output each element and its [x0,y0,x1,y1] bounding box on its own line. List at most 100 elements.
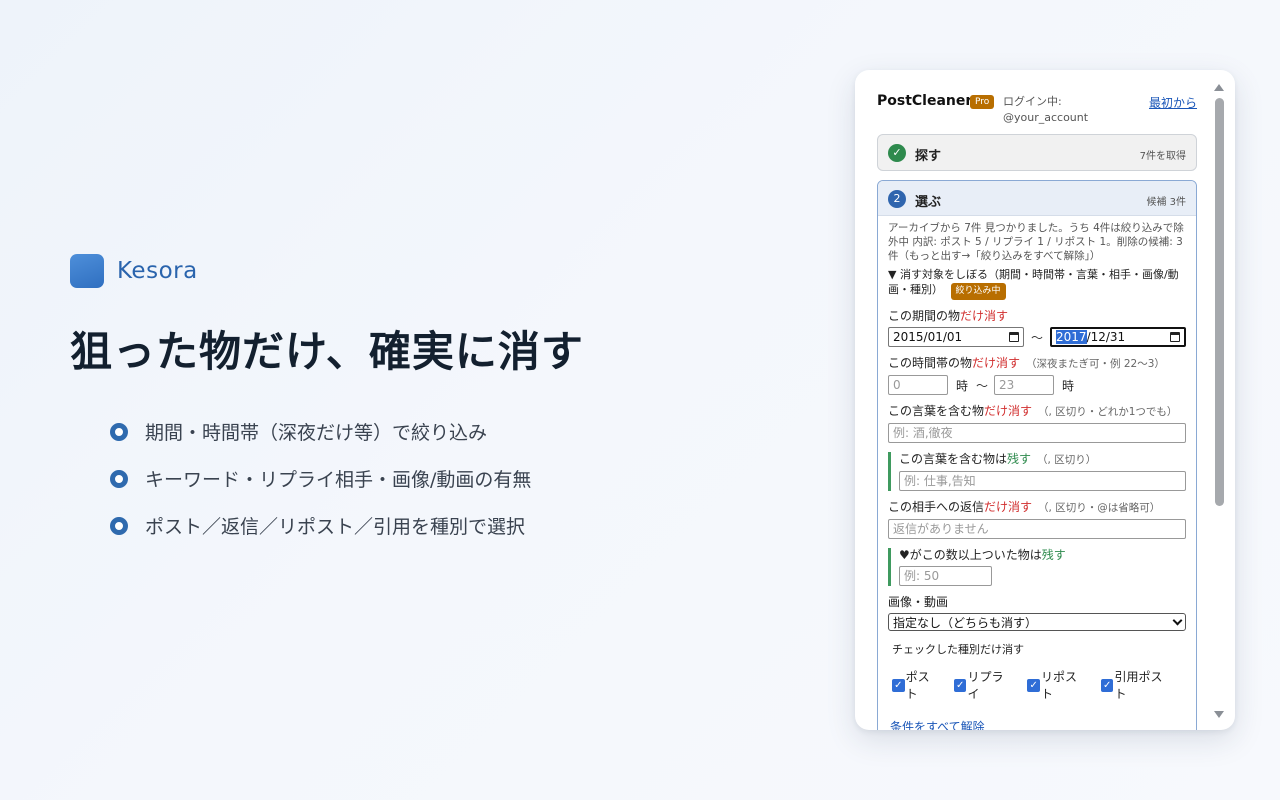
result-summary: アーカイブから 7件 見つかりました。うち 4件は絞り込みで除外中 内訳: ポス… [888,222,1184,262]
reply-to-input[interactable]: 返信がありません [888,519,1186,539]
candidate-count: 候補 3件 [1146,197,1186,208]
period-to-selected: 2017 [1056,330,1087,344]
include-words-emph: だけ消す [984,404,1033,418]
keep-words-hint: （, 区切り） [1037,454,1097,466]
time-separator: 〜 [976,378,989,393]
keep-words-block: この言葉を含む物は残す （, 区切り） 例: 仕事,告知 [888,452,1186,491]
brand: Kesora [70,254,198,288]
time-from-input[interactable]: 0 [888,375,948,395]
login-label: ログイン中: [1003,95,1062,108]
include-words-input[interactable]: 例: 酒,徹夜 [888,423,1186,443]
type-repost-label: リポスト [1040,670,1077,701]
feature-text: 期間・時間帯（深夜だけ等）で絞り込み [145,422,488,444]
filter-active-badge: 絞り込み中 [950,283,1006,300]
calendar-icon[interactable] [1170,332,1181,342]
filter-toggle-label: ▼ 消す対象をしぼる（期間・時間帯・言葉・相手・画像/動画・種別） [888,268,1179,296]
clear-filters-link[interactable]: 条件をすべて解除 [888,718,1186,730]
reply-to-hint: （, 区切り・@は省略可） [1038,502,1161,514]
period-to-input[interactable]: 2017/12/31 [1050,327,1187,347]
keep-words-label-text: この言葉を含む物は [899,452,1008,466]
period-separator: 〜 [1031,330,1044,345]
media-select-value: 指定なし（どちらも消す） [893,615,1038,630]
panel-header: PostCleaner Pro ログイン中: @your_account 最初か… [877,92,1197,132]
time-unit: 時 [1062,378,1075,393]
extension-panel: PostCleaner Pro ログイン中: @your_account 最初か… [855,70,1235,730]
time-emph: だけ消す [972,356,1021,370]
account-name: @your_account [1003,111,1089,124]
step-select-body: アーカイブから 7件 見つかりました。うち 4件は絞り込みで除外中 内訳: ポス… [878,216,1196,730]
likes-keep-emph: 残す [1041,548,1066,562]
brand-name: Kesora [117,258,198,284]
likes-keep-label-text: ♥がこの数以上ついた物は [899,548,1042,562]
pro-badge: Pro [970,95,995,109]
keep-words-input[interactable]: 例: 仕事,告知 [899,471,1186,491]
feature-item: ポスト／返信／リポスト／引用を種別で選択 [110,502,531,549]
type-repost-checkbox[interactable]: ✓ リポスト [1027,668,1088,702]
step-search[interactable]: ✓ 探す 7件を取得 [877,134,1197,171]
time-hint: （深夜またぎ可・例 22〜3） [1026,358,1165,370]
type-post-label: ポスト [905,670,930,701]
calendar-icon[interactable] [1009,332,1019,342]
bullet-ring-icon [110,422,128,441]
chevron-down-icon [1172,615,1183,625]
step-number-badge: 2 [888,190,906,208]
period-to-rest: /12/31 [1086,330,1126,344]
type-reply-label: リプライ [967,670,1004,701]
type-quote-checkbox[interactable]: ✓ 引用ポスト [1100,668,1173,702]
checkbox-checked-icon[interactable]: ✓ [953,678,967,692]
panel-scrollbar[interactable] [1213,82,1225,720]
time-row: 0 時 〜 23 時 [888,375,1186,395]
likes-threshold-input[interactable]: 例: 50 [899,566,992,586]
step-select-label: 選ぶ [915,195,942,210]
time-unit: 時 [956,378,969,393]
media-select[interactable]: 指定なし（どちらも消す） [888,613,1186,631]
period-label-text: この期間の物 [888,309,961,323]
feature-item: 期間・時間帯（深夜だけ等）で絞り込み [110,408,531,455]
type-post-checkbox[interactable]: ✓ ポスト [892,668,941,702]
scroll-down-icon[interactable] [1214,711,1224,718]
include-words-label-text: この言葉を含む物 [888,404,985,418]
scroll-thumb[interactable] [1215,98,1224,506]
step-select: 2 選ぶ 候補 3件 アーカイブから 7件 見つかりました。うち 4件は絞り込み… [877,180,1197,730]
time-label: この時間帯の物だけ消す （深夜またぎ可・例 22〜3） [888,356,1186,372]
likes-keep-label: ♥がこの数以上ついた物は残す [899,548,1186,563]
checkbox-checked-icon[interactable]: ✓ [892,678,905,692]
type-reply-checkbox[interactable]: ✓ リプライ [953,668,1015,702]
brand-logo-icon [70,254,104,288]
check-icon: ✓ [888,144,906,162]
step-search-label: 探す [915,149,942,164]
filter-toggle[interactable]: ▼ 消す対象をしぼる（期間・時間帯・言葉・相手・画像/動画・種別） 絞り込み中 [888,267,1186,300]
scroll-up-icon[interactable] [1214,84,1224,91]
bullet-ring-icon [110,469,128,488]
likes-keep-block: ♥がこの数以上ついた物は残す 例: 50 [888,548,1186,586]
keep-words-label: この言葉を含む物は残す （, 区切り） [899,452,1186,468]
period-from-input[interactable]: 2015/01/01 [888,327,1024,347]
feature-list: 期間・時間帯（深夜だけ等）で絞り込み キーワード・リプライ相手・画像/動画の有無… [110,408,531,549]
include-words-label: この言葉を含む物だけ消す （, 区切り・どれか1つでも） [888,404,1186,420]
media-label: 画像・動画 [888,595,949,609]
period-row: 2015/01/01 〜 2017/12/31 [888,327,1187,347]
time-to-input[interactable]: 23 [994,375,1055,395]
period-label: この期間の物だけ消す [888,309,1186,324]
step-select-header[interactable]: 2 選ぶ 候補 3件 [878,181,1196,216]
keep-words-emph: 残す [1007,452,1032,466]
checkbox-checked-icon[interactable]: ✓ [1100,678,1114,692]
restart-link[interactable]: 最初から [1149,94,1197,111]
bullet-ring-icon [110,516,128,535]
checkbox-checked-icon[interactable]: ✓ [1027,678,1040,692]
feature-item: キーワード・リプライ相手・画像/動画の有無 [110,455,531,502]
types-checkbox-row: ✓ ポスト ✓ リプライ ✓ リポスト ✓ 引用ポスト [888,668,1186,702]
feature-text: キーワード・リプライ相手・画像/動画の有無 [145,469,532,491]
period-to-value: 2017/12/31 [1056,330,1125,344]
reply-to-label-text: この相手への返信 [888,500,985,514]
period-from-value: 2015/01/01 [893,330,963,344]
type-quote-label: 引用ポスト [1114,670,1163,701]
step-search-count: 7件を取得 [1139,151,1186,162]
include-words-hint: （, 区切り・どれか1つでも） [1038,406,1178,418]
reply-to-label: この相手への返信だけ消す （, 区切り・@は省略可） [888,500,1186,516]
login-status: ログイン中: @your_account [1003,94,1088,126]
period-emph: だけ消す [960,309,1009,323]
time-label-text: この時間帯の物 [888,356,973,370]
reply-to-emph: だけ消す [984,500,1033,514]
headline: 狙った物だけ、確実に消す [70,327,584,376]
